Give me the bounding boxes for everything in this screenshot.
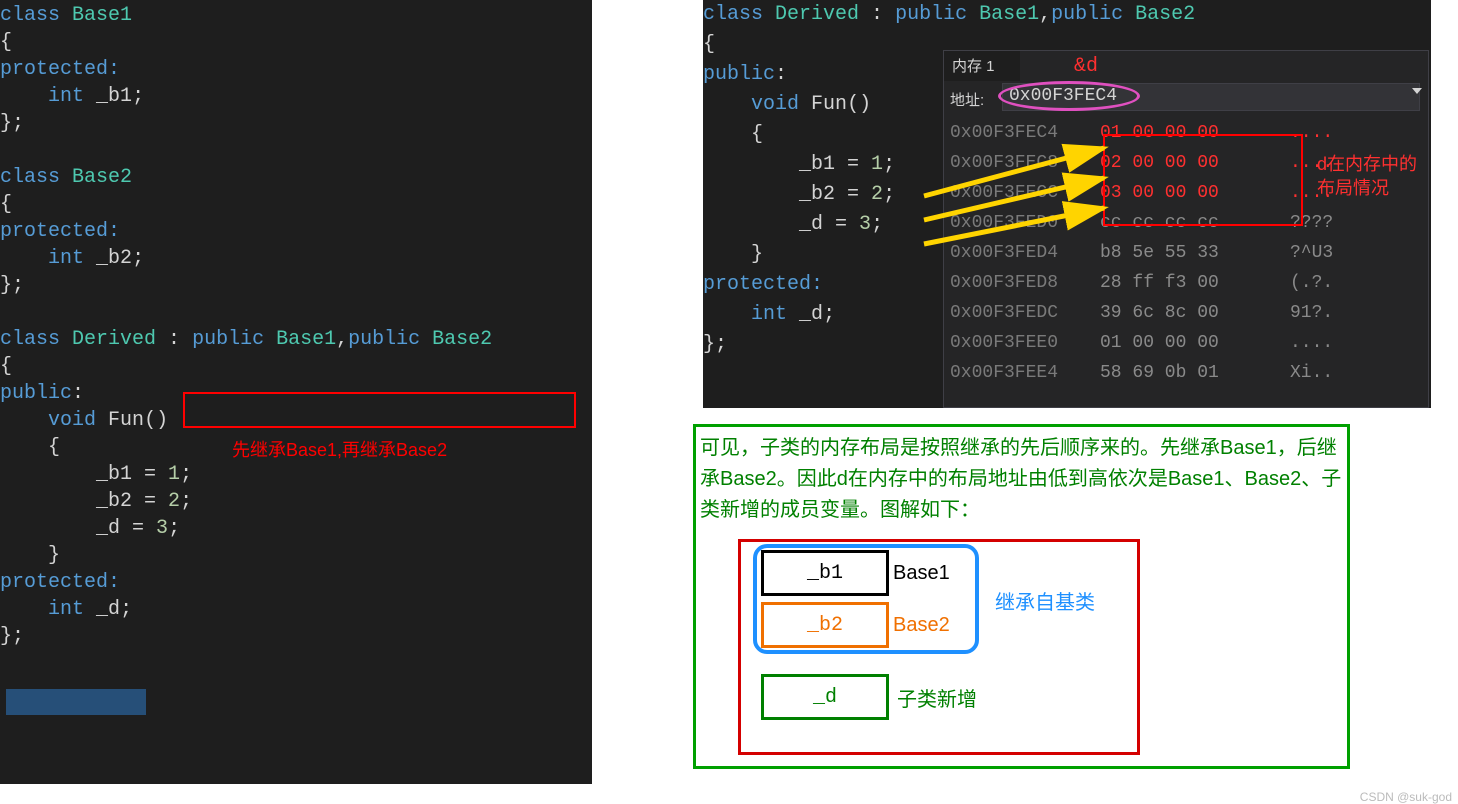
memory-row: 0x00F3FEE458 69 0b 01Xi.. <box>950 363 1424 393</box>
diagram-label-base1: Base1 <box>893 550 963 596</box>
keyword-protected: protected: <box>0 571 120 594</box>
keyword-protected: protected: <box>0 220 120 243</box>
diagram-cell-b2: _b2 <box>761 602 889 648</box>
explanation-text: 可见，子类的内存布局是按照继承的先后顺序来的。先继承Base1，后继承Base2… <box>700 433 1343 526</box>
memory-layout-diagram: _b1 Base1 _b2 Base2 _d 子类新增 继承自基类 <box>738 539 1140 755</box>
memory-layout-annotation: d在内存中的 布局情况 <box>1317 152 1417 201</box>
member-d: _d <box>799 303 823 326</box>
keyword-protected: protected: <box>703 273 823 296</box>
func-fun: Fun <box>811 93 847 116</box>
assign-b2-l: _b2 <box>799 183 835 206</box>
assign-b2-r: 2 <box>168 490 180 513</box>
assign-b1-r: 1 <box>871 153 883 176</box>
diagram-cell-b1: _b1 <box>761 550 889 596</box>
assign-b1-l: _b1 <box>799 153 835 176</box>
memory-layout-anno-2: 布局情况 <box>1317 178 1389 198</box>
member-b2: _b2 <box>96 247 132 270</box>
right-code-panel: class Derived : public Base1,public Base… <box>703 0 1431 408</box>
keyword-int: int <box>48 247 84 270</box>
assign-d-l: _d <box>799 213 823 236</box>
keyword-int: int <box>48 85 84 108</box>
member-d: _d <box>96 598 120 621</box>
diagram-label-base2: Base2 <box>893 602 963 648</box>
keyword-int: int <box>751 303 787 326</box>
func-fun: Fun <box>108 409 144 432</box>
keyword-protected: protected: <box>0 58 120 81</box>
left-code-panel: class Base1 { protected: int _b1; }; cla… <box>0 0 592 784</box>
keyword-int: int <box>48 598 84 621</box>
assign-b2-l: _b2 <box>96 490 132 513</box>
memory-layout-anno-1: d在内存中的 <box>1317 154 1417 174</box>
assign-b1-l: _b1 <box>96 463 132 486</box>
assign-d-r: 3 <box>156 517 168 540</box>
assign-b1-r: 1 <box>168 463 180 486</box>
assign-b2-r: 2 <box>871 183 883 206</box>
explanation-box: 可见，子类的内存布局是按照继承的先后顺序来的。先继承Base1，后继承Base2… <box>693 424 1350 769</box>
member-b1: _b1 <box>96 85 132 108</box>
diagram-label-d: 子类新增 <box>897 674 1007 720</box>
left-code: class Base1 { protected: int _b1; }; cla… <box>0 0 592 650</box>
selection-highlight <box>6 689 146 715</box>
diagram-blue-label: 继承自基类 <box>995 586 1095 615</box>
watermark: CSDN @suk-god <box>1360 790 1452 804</box>
assign-d-l: _d <box>96 517 120 540</box>
keyword-void: void <box>751 93 799 116</box>
diagram-cell-d: _d <box>761 674 889 720</box>
keyword-void: void <box>48 409 96 432</box>
assign-d-r: 3 <box>859 213 871 236</box>
